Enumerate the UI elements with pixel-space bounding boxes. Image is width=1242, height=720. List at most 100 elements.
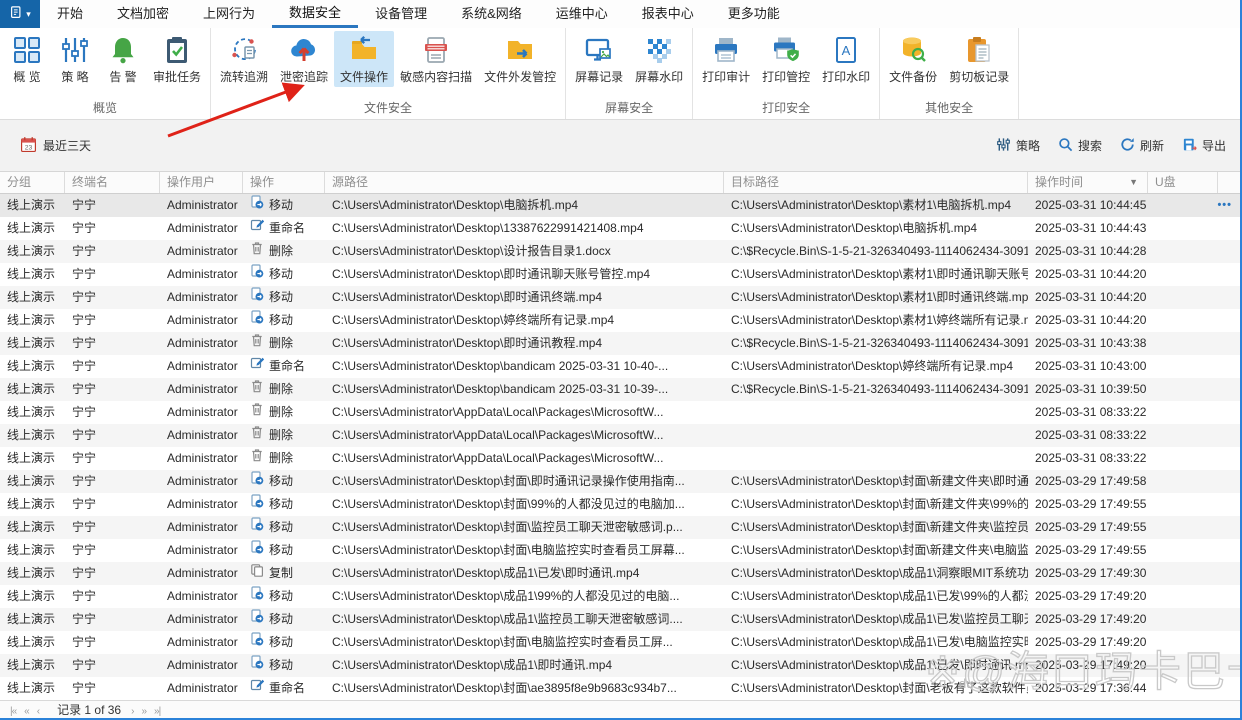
table-row[interactable]: 线上演示宁宁Administrator重命名C:\Users\Administr…: [0, 355, 1240, 378]
table-row[interactable]: 线上演示宁宁Administrator删除C:\Users\Administra…: [0, 332, 1240, 355]
menu-tab-4[interactable]: 设备管理: [358, 0, 444, 28]
group-cell: 线上演示: [0, 677, 65, 700]
delete-icon: [250, 447, 264, 470]
table-row[interactable]: 线上演示宁宁Administrator移动C:\Users\Administra…: [0, 585, 1240, 608]
ribbon-button-outgoing-folder[interactable]: 文件外发管控: [478, 31, 562, 87]
menu-tab-2[interactable]: 上网行为: [186, 0, 272, 28]
table-row[interactable]: 线上演示宁宁Administrator移动C:\Users\Administra…: [0, 608, 1240, 631]
table-row[interactable]: 线上演示宁宁Administrator重命名C:\Users\Administr…: [0, 217, 1240, 240]
operation-cell: 复制: [243, 562, 325, 585]
ribbon-button-label: 泄密追踪: [280, 68, 328, 85]
column-header-7[interactable]: U盘: [1148, 172, 1218, 193]
ribbon-button-backup-database[interactable]: 文件备份: [883, 31, 943, 87]
policy-small-button[interactable]: 策略: [996, 137, 1040, 155]
column-header-5[interactable]: 目标路径: [724, 172, 1028, 193]
time-cell: 2025-03-31 10:39:50: [1028, 378, 1148, 401]
table-row[interactable]: 线上演示宁宁Administrator移动C:\Users\Administra…: [0, 309, 1240, 332]
first-page-button[interactable]: |«: [10, 706, 16, 717]
table-row[interactable]: 线上演示宁宁Administrator移动C:\Users\Administra…: [0, 539, 1240, 562]
fast-prev-page-button[interactable]: «: [24, 706, 29, 717]
ribbon-button-print-watermark[interactable]: A打印水印: [816, 31, 876, 87]
ribbon-button-watermark-mosaic[interactable]: 屏幕水印: [629, 31, 689, 87]
search-button[interactable]: 搜索: [1058, 137, 1102, 155]
ribbon-button-trace-cycle[interactable]: 流转追溯: [214, 31, 274, 87]
row-spacer: [1218, 447, 1240, 470]
refresh-button[interactable]: 刷新: [1120, 137, 1164, 155]
sort-caret-icon[interactable]: ▼: [1129, 172, 1138, 193]
move-icon: [250, 194, 264, 217]
ribbon-button-approval-clipboard[interactable]: 审批任务: [147, 31, 207, 87]
fast-next-page-button[interactable]: »: [141, 706, 146, 717]
menu-tab-6[interactable]: 运维中心: [539, 0, 625, 28]
table-row[interactable]: 线上演示宁宁Administrator删除C:\Users\Administra…: [0, 240, 1240, 263]
table-row[interactable]: 线上演示宁宁Administrator移动C:\Users\Administra…: [0, 631, 1240, 654]
usb-cell: [1148, 401, 1218, 424]
table-row[interactable]: 线上演示宁宁Administrator移动C:\Users\Administra…: [0, 516, 1240, 539]
usb-cell: [1148, 332, 1218, 355]
row-actions-menu[interactable]: •••: [1217, 194, 1232, 217]
last-page-button[interactable]: »|: [154, 706, 160, 717]
time-cell: 2025-03-31 08:33:22: [1028, 447, 1148, 470]
table-row[interactable]: 线上演示宁宁Administrator复制C:\Users\Administra…: [0, 562, 1240, 585]
ribbon-button-scan-document[interactable]: 敏感内容扫描: [394, 31, 478, 87]
date-range-filter[interactable]: 23 最近三天: [20, 136, 91, 156]
ribbon-button-leak-cloud[interactable]: 泄密追踪: [274, 31, 334, 87]
column-header-0[interactable]: 分组: [0, 172, 65, 193]
operation-cell: 删除: [243, 447, 325, 470]
table-row[interactable]: 线上演示宁宁Administrator移动C:\Users\Administra…: [0, 493, 1240, 516]
export-button[interactable]: 导出: [1182, 137, 1226, 155]
ribbon-button-clipboard-record[interactable]: 剪切板记录: [943, 31, 1015, 87]
target-path-cell: C:\Users\Administrator\Desktop\电脑拆机.mp4: [724, 217, 1028, 240]
menu-tab-3[interactable]: 数据安全: [272, 0, 358, 28]
column-header-3[interactable]: 操作: [243, 172, 325, 193]
operation-cell: 移动: [243, 194, 325, 217]
table-row[interactable]: 线上演示宁宁Administrator移动C:\Users\Administra…: [0, 654, 1240, 677]
menu-tab-1[interactable]: 文档加密: [100, 0, 186, 28]
table-row[interactable]: 线上演示宁宁Administrator删除C:\Users\Administra…: [0, 401, 1240, 424]
usb-cell: [1148, 654, 1218, 677]
column-header-1[interactable]: 终端名: [65, 172, 160, 193]
table-row[interactable]: 线上演示宁宁Administrator移动C:\Users\Administra…: [0, 263, 1240, 286]
user-cell: Administrator: [160, 631, 243, 654]
row-spacer: [1218, 286, 1240, 309]
usb-cell: [1148, 309, 1218, 332]
table-row[interactable]: 线上演示宁宁Administrator重命名C:\Users\Administr…: [0, 677, 1240, 700]
ribbon-group-label: 打印安全: [696, 99, 876, 119]
ribbon-button-print-control[interactable]: 打印管控: [756, 31, 816, 87]
operation-label: 删除: [269, 447, 293, 470]
ribbon-button-overview-grid[interactable]: 概 览: [3, 31, 51, 87]
menu-tab-0[interactable]: 开始: [40, 0, 100, 28]
table-row[interactable]: 线上演示宁宁Administrator删除C:\Users\Administra…: [0, 447, 1240, 470]
ribbon-button-label: 屏幕水印: [635, 68, 683, 85]
app-menu-button[interactable]: ▾: [0, 0, 40, 28]
source-path-cell: C:\Users\Administrator\Desktop\成品1\监控员工聊…: [325, 608, 724, 631]
table-row[interactable]: 线上演示宁宁Administrator删除C:\Users\Administra…: [0, 378, 1240, 401]
ribbon-button-screen-monitor[interactable]: 屏幕记录: [569, 31, 629, 87]
column-header-6[interactable]: 操作时间▼: [1028, 172, 1148, 193]
table-row[interactable]: 线上演示宁宁Administrator移动C:\Users\Administra…: [0, 470, 1240, 493]
menu-tab-8[interactable]: 更多功能: [711, 0, 797, 28]
table-row[interactable]: 线上演示宁宁Administrator移动C:\Users\Administra…: [0, 286, 1240, 309]
prev-page-button[interactable]: ‹: [37, 706, 39, 717]
operation-label: 删除: [269, 424, 293, 447]
column-header-2[interactable]: 操作用户: [160, 172, 243, 193]
usb-cell: [1148, 424, 1218, 447]
table-row[interactable]: 线上演示宁宁Administrator删除C:\Users\Administra…: [0, 424, 1240, 447]
user-cell: Administrator: [160, 263, 243, 286]
ribbon-button-alert-bell[interactable]: 告 警: [99, 31, 147, 87]
target-path-cell: C:\$Recycle.Bin\S-1-5-21-326340493-11140…: [724, 240, 1028, 263]
source-path-cell: C:\Users\Administrator\AppData\Local\Pac…: [325, 447, 724, 470]
column-header-4[interactable]: 源路径: [325, 172, 724, 193]
ribbon-button-print-audit[interactable]: 打印审计: [696, 31, 756, 87]
table-row[interactable]: 线上演示宁宁Administrator移动C:\Users\Administra…: [0, 194, 1240, 217]
next-page-button[interactable]: ›: [131, 706, 133, 717]
terminal-cell: 宁宁: [65, 539, 160, 562]
delete-icon: [250, 240, 264, 263]
menu-tab-7[interactable]: 报表中心: [625, 0, 711, 28]
ribbon-button-file-operation-folder[interactable]: 文件操作: [334, 31, 394, 87]
row-spacer: [1218, 263, 1240, 286]
menu-tab-5[interactable]: 系统&网络: [444, 0, 539, 28]
ribbon-button-policy-sliders[interactable]: 策 略: [51, 31, 99, 87]
operation-label: 删除: [269, 240, 293, 263]
usb-cell: [1148, 562, 1218, 585]
